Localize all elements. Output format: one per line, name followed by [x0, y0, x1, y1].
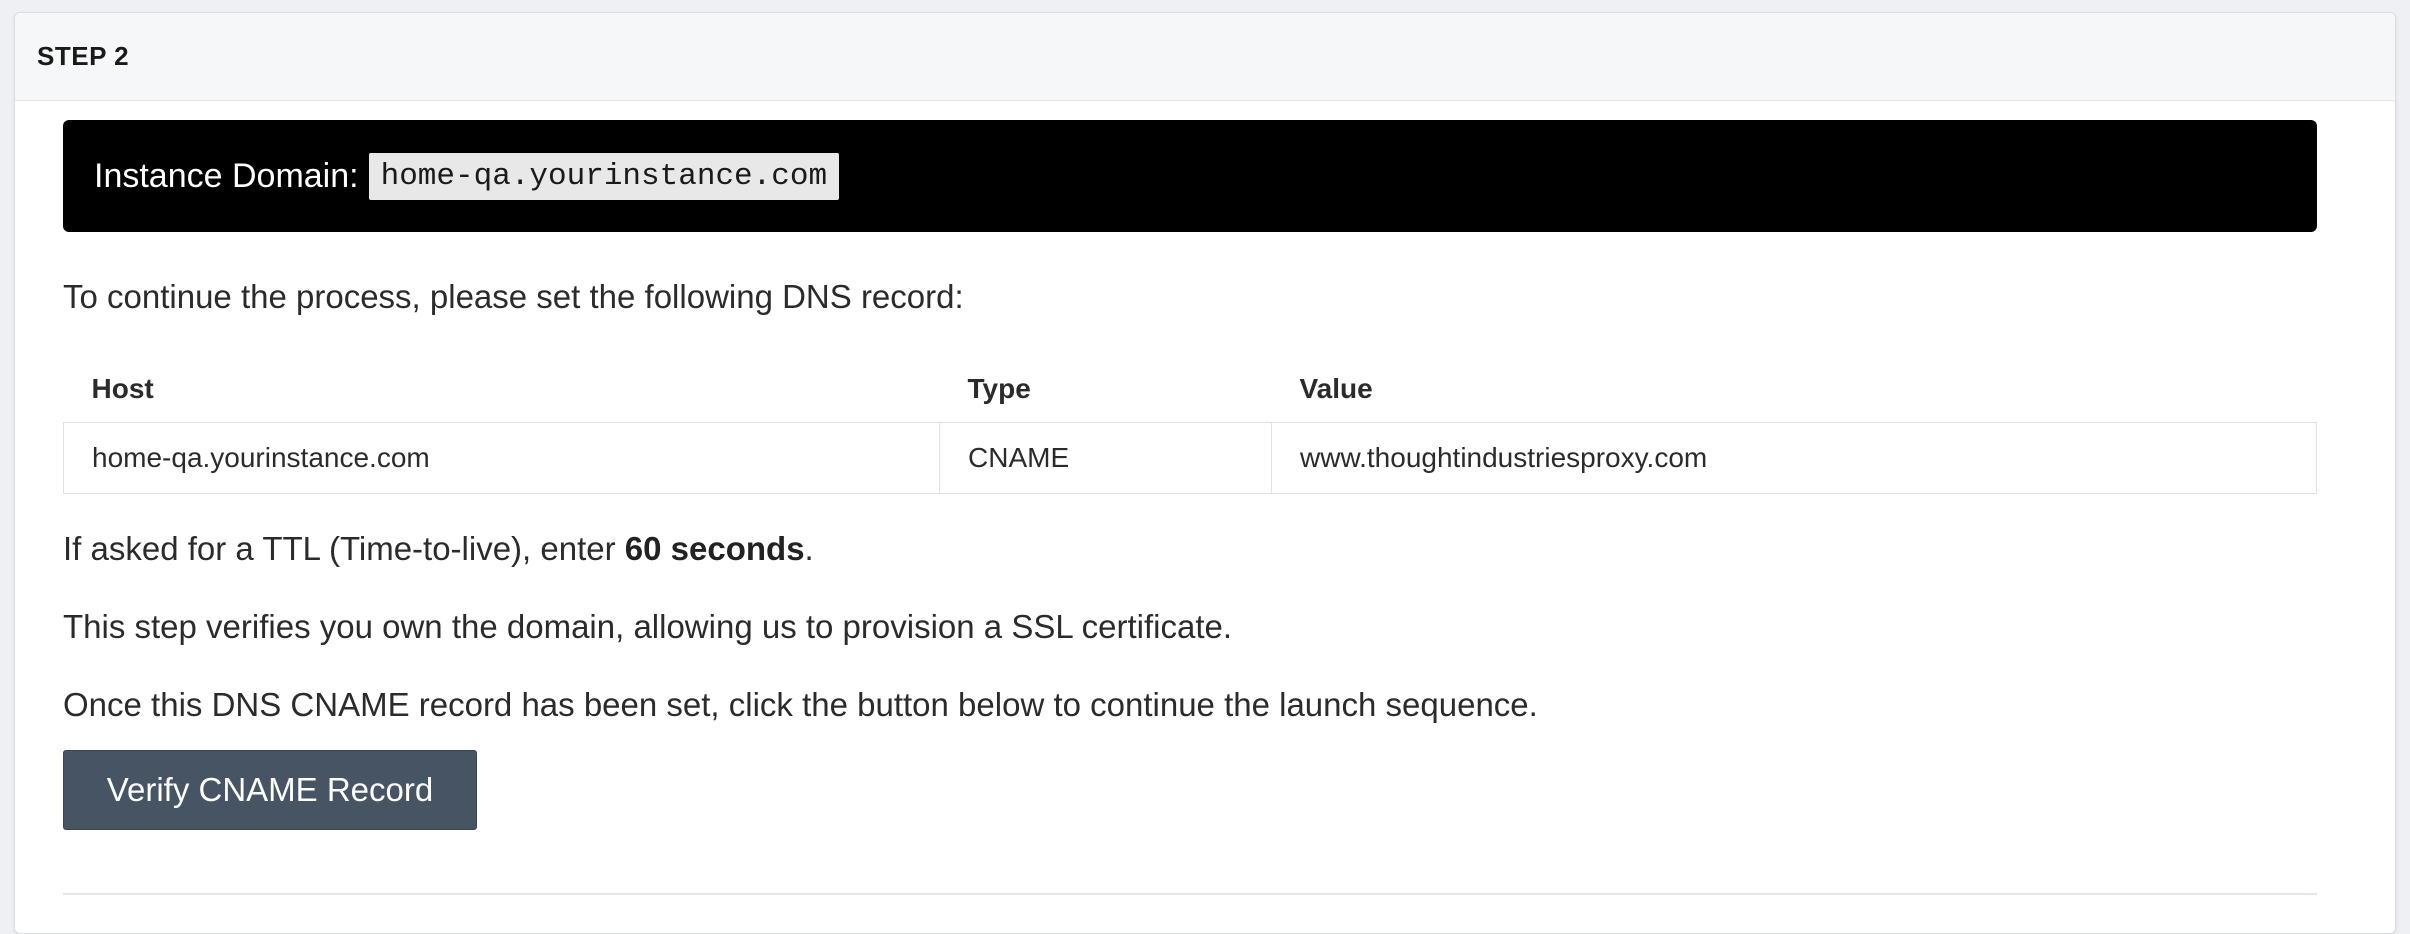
continue-note: Once this DNS CNAME record has been set,… — [63, 686, 1538, 723]
column-header-host: Host — [63, 356, 940, 423]
ttl-suffix: . — [804, 530, 814, 567]
intro-text: To continue the process, please set the … — [63, 278, 964, 315]
table-header-row: Host Type Value — [63, 356, 2317, 423]
column-header-type: Type — [939, 356, 1272, 423]
step-header: STEP 2 — [15, 13, 2395, 101]
table-row: home-qa.yourinstance.com CNAME www.thoug… — [63, 422, 2317, 494]
instance-domain-banner: Instance Domain: home-qa.yourinstance.co… — [63, 120, 2317, 232]
step-title: STEP 2 — [37, 41, 130, 71]
dns-record-table: Host Type Value home-qa.yourinstance.com… — [63, 356, 2317, 494]
instance-domain-value: home-qa.yourinstance.com — [368, 152, 840, 200]
instance-domain-label: Instance Domain: — [94, 156, 359, 195]
verify-note: This step verifies you own the domain, a… — [63, 608, 1233, 645]
ttl-text: If asked for a TTL (Time-to-live), enter… — [63, 530, 814, 568]
ttl-value: 60 seconds — [624, 530, 805, 567]
verify-cname-button[interactable]: Verify CNAME Record — [63, 750, 477, 830]
cell-value: www.thoughtindustriesproxy.com — [1271, 422, 2317, 494]
ttl-prefix: If asked for a TTL (Time-to-live), enter — [63, 530, 625, 567]
section-divider — [63, 893, 2317, 895]
cell-type: CNAME — [939, 422, 1272, 494]
column-header-value: Value — [1271, 356, 2317, 423]
cell-host: home-qa.yourinstance.com — [63, 422, 940, 494]
